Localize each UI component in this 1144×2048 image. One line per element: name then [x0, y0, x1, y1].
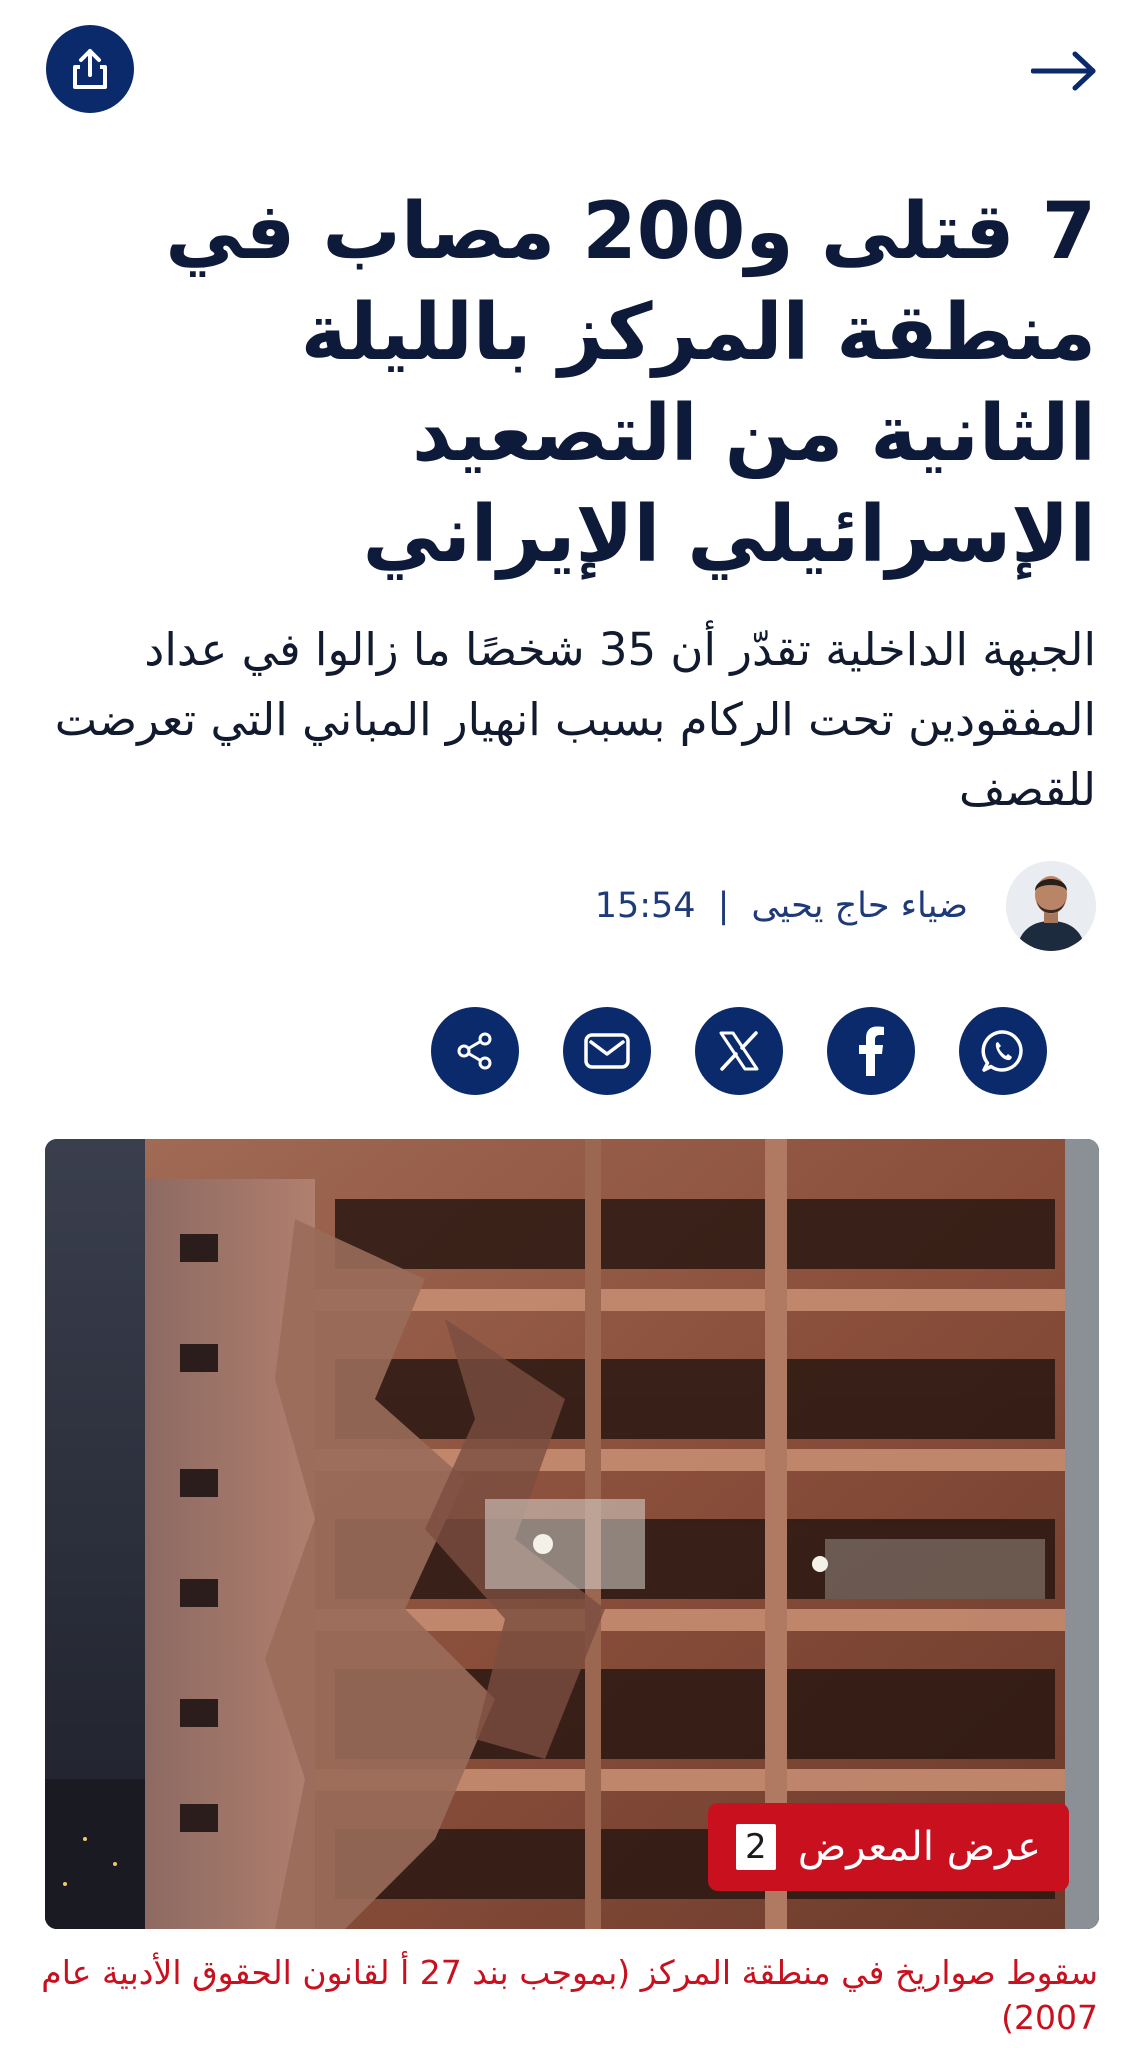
- back-button[interactable]: [1024, 36, 1104, 106]
- whatsapp-share-button[interactable]: [959, 1007, 1047, 1095]
- mail-icon: [584, 1033, 630, 1069]
- social-share-bar: [431, 1007, 1047, 1095]
- article-photo[interactable]: عرض المعرض 2: [45, 1139, 1099, 1929]
- top-bar: [0, 0, 1144, 140]
- gallery-count: 2: [735, 1824, 776, 1870]
- share-upload-icon: [73, 49, 107, 89]
- facebook-share-button[interactable]: [827, 1007, 915, 1095]
- open-gallery-button[interactable]: عرض المعرض 2: [707, 1803, 1069, 1891]
- author-avatar[interactable]: [1006, 861, 1096, 951]
- email-share-button[interactable]: [563, 1007, 651, 1095]
- share-button[interactable]: [46, 25, 134, 113]
- more-share-button[interactable]: [431, 1007, 519, 1095]
- x-icon: [719, 1031, 759, 1071]
- byline: ضياء حاج يحيى | 15:54: [595, 858, 1096, 954]
- share-icon: [457, 1032, 492, 1070]
- gallery-label: عرض المعرض: [797, 1824, 1041, 1870]
- article-headline: 7 قتلى و200 مصاب في منطقة المركز بالليلة…: [165, 187, 1096, 580]
- facebook-icon: [859, 1026, 884, 1076]
- publish-time: 15:54: [594, 886, 696, 926]
- x-share-button[interactable]: [695, 1007, 783, 1095]
- photo-caption: سقوط صواريخ في منطقة المركز (بموجب بند 2…: [41, 1953, 1098, 2037]
- arrow-right-icon: [1031, 51, 1096, 91]
- whatsapp-icon: [981, 1030, 1023, 1072]
- author-name[interactable]: ضياء حاج يحيى: [751, 886, 968, 926]
- article-subtitle: الجبهة الداخلية تقدّر أن 35 شخصًا ما زال…: [54, 623, 1096, 816]
- byline-separator: |: [717, 886, 730, 926]
